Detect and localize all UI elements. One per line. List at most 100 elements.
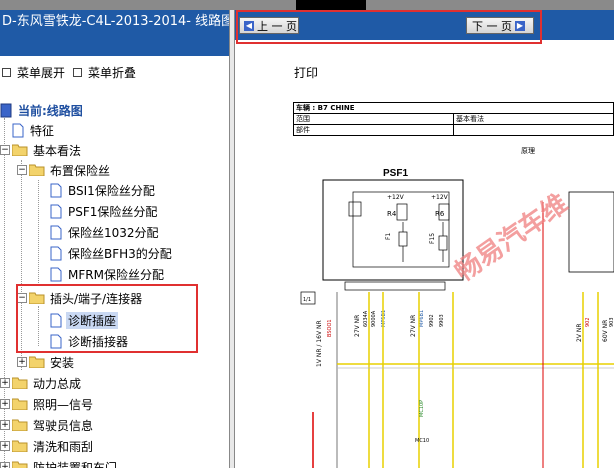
tree-item-label: 特征 [30, 123, 55, 138]
collapse-toggle-icon[interactable]: − [17, 165, 27, 175]
tree-item-fuse-layout[interactable]: − 布置保险丝 [17, 160, 112, 180]
tree-item-basic-view[interactable]: − 基本看法 [0, 140, 83, 160]
connector-strip [344, 281, 446, 291]
folder-icon [12, 461, 28, 468]
tree-item-features[interactable]: 特征 [12, 120, 56, 140]
folder-open-icon [29, 164, 45, 176]
expand-toggle-icon[interactable]: + [0, 420, 10, 430]
document-icon [50, 225, 62, 239]
tree-item-label: 防护装置和车门 [33, 460, 118, 468]
wire-code: 9000A [371, 310, 377, 327]
tree-item-protection-doors[interactable]: + 防护装置和车门 [0, 457, 119, 468]
part-cell: 部件 [293, 124, 454, 136]
component-label: PSF1 [383, 168, 408, 179]
expand-toggle-icon[interactable]: + [0, 378, 10, 388]
tree-item-label: 照明—信号 [33, 397, 94, 412]
folder-icon [12, 440, 28, 452]
watermark-text: 畅易汽车维 [449, 188, 573, 288]
tree-item-label: 动力总成 [33, 376, 82, 391]
menu-expand-label: 菜单展开 [17, 66, 66, 80]
wire-code: 9902 [429, 314, 435, 327]
tree-item-powertrain[interactable]: + 动力总成 [0, 373, 83, 393]
tree-item-label: BSI1保险丝分配 [68, 183, 155, 198]
expand-icon [2, 68, 11, 77]
tree-item-bsi1[interactable]: BSI1保险丝分配 [50, 180, 157, 200]
tree-item-lighting[interactable]: + 照明—信号 [0, 394, 95, 414]
wire-code: BSOO1 [327, 319, 333, 337]
document-icon [50, 267, 62, 281]
top-strip [0, 0, 614, 10]
basic-view-cell: 基本看法 [453, 113, 614, 125]
wire-label: 27V NR [354, 315, 361, 337]
collapse-icon [73, 68, 82, 77]
wire-label: 1V NR / 16V NR [316, 320, 323, 367]
tree-item-mfrm[interactable]: MFRM保险丝分配 [50, 264, 166, 284]
tree-item-label: 驾驶员信息 [33, 418, 94, 433]
vehicle-cell: 车辆 : B7 CHINE [293, 102, 614, 114]
wire-code: 6034A [363, 310, 369, 327]
document-icon [12, 123, 24, 137]
wire-code: MP5B1 [381, 310, 387, 327]
expand-toggle-icon[interactable]: + [17, 357, 27, 367]
folder-icon [12, 398, 28, 410]
tree-item-fuse-1032[interactable]: 保险丝1032分配 [50, 222, 161, 242]
book-icon [0, 103, 12, 117]
tree-item-driver-info[interactable]: + 驾驶员信息 [0, 415, 95, 435]
expand-toggle-icon[interactable]: + [0, 441, 10, 451]
range-cell: 范围 [293, 113, 454, 125]
tree-current-label: 当前:线路图 [18, 103, 83, 118]
expand-toggle-icon[interactable]: + [0, 399, 10, 409]
relay-label: R6 [435, 210, 445, 218]
nav-highlight-box [236, 10, 542, 44]
document-icon [50, 204, 62, 218]
component-box-right [568, 191, 614, 273]
fuse-f1 [398, 231, 408, 247]
folder-icon [12, 419, 28, 431]
tree-item-label: 保险丝BFH3的分配 [68, 246, 172, 261]
left-pane: D-东风雪铁龙-C4L-2013-2014- 线路图. 菜单展开 菜单折叠 当前… [0, 10, 229, 468]
v12-label: +12V [431, 194, 449, 201]
tree-item-label: 清洗和雨刮 [33, 439, 94, 454]
fuse-f15 [438, 235, 448, 251]
tree-item-label: 保险丝1032分配 [68, 225, 159, 240]
fuse-label: F15 [429, 233, 436, 244]
tree-item-label: 布置保险丝 [50, 163, 111, 178]
folder-open-icon [12, 144, 28, 156]
tree-item-label: MFRM保险丝分配 [68, 267, 164, 282]
document-icon [50, 246, 62, 260]
wire-label: 27V NR [410, 315, 417, 337]
tree-current: 当前:线路图 [0, 100, 85, 120]
tree-item-label: PSF1保险丝分配 [68, 204, 158, 219]
fuse-label: F1 [385, 233, 392, 240]
v12-label: +12V [387, 194, 405, 201]
tree-item-bfh3[interactable]: 保险丝BFH3的分配 [50, 243, 174, 263]
tree-item-label: 基本看法 [33, 143, 82, 158]
connector-box-label: 1/1 [303, 297, 311, 303]
relay-r4-switch [396, 203, 408, 221]
print-link[interactable]: 打印 [294, 64, 318, 81]
connector-label: MC10P [419, 400, 425, 417]
wire-label: 60V NR [602, 320, 609, 342]
tree-item-wash-wipe[interactable]: + 清洗和雨刮 [0, 436, 95, 456]
tree-item-psf1[interactable]: PSF1保险丝分配 [50, 201, 159, 221]
tree-item-label: 安装 [50, 355, 75, 370]
expand-toggle-icon[interactable]: + [0, 462, 10, 468]
tree-item-install[interactable]: + 安装 [17, 352, 76, 372]
menu-collapse-button[interactable]: 菜单折叠 [73, 64, 136, 81]
collapse-toggle-icon[interactable]: − [0, 145, 10, 155]
wire-code: 9903 [439, 314, 445, 327]
relay-label: R4 [387, 210, 397, 218]
tree-line [38, 180, 39, 285]
document-icon [50, 183, 62, 197]
document-header-table: 车辆 : B7 CHINE 范围 基本看法 部件 [293, 102, 614, 136]
ground-label: MC10 [415, 438, 429, 444]
menu-expand-button[interactable]: 菜单展开 [2, 64, 65, 81]
psf1-inner-box [352, 191, 450, 268]
wiring-document: 车辆 : B7 CHINE 范围 基本看法 部件 原理 PSF1 +12V +12… [293, 102, 614, 468]
wire-code: 902 [585, 317, 591, 327]
wire-code: 903 [609, 317, 614, 327]
wire-code: MP6B1 [419, 310, 425, 327]
wiring-diagram: PSF1 +12V +12V R4 R6 F1 F15 1/1 1V NR / … [300, 168, 614, 468]
empty-cell [453, 124, 614, 136]
relay-coil [348, 201, 362, 217]
